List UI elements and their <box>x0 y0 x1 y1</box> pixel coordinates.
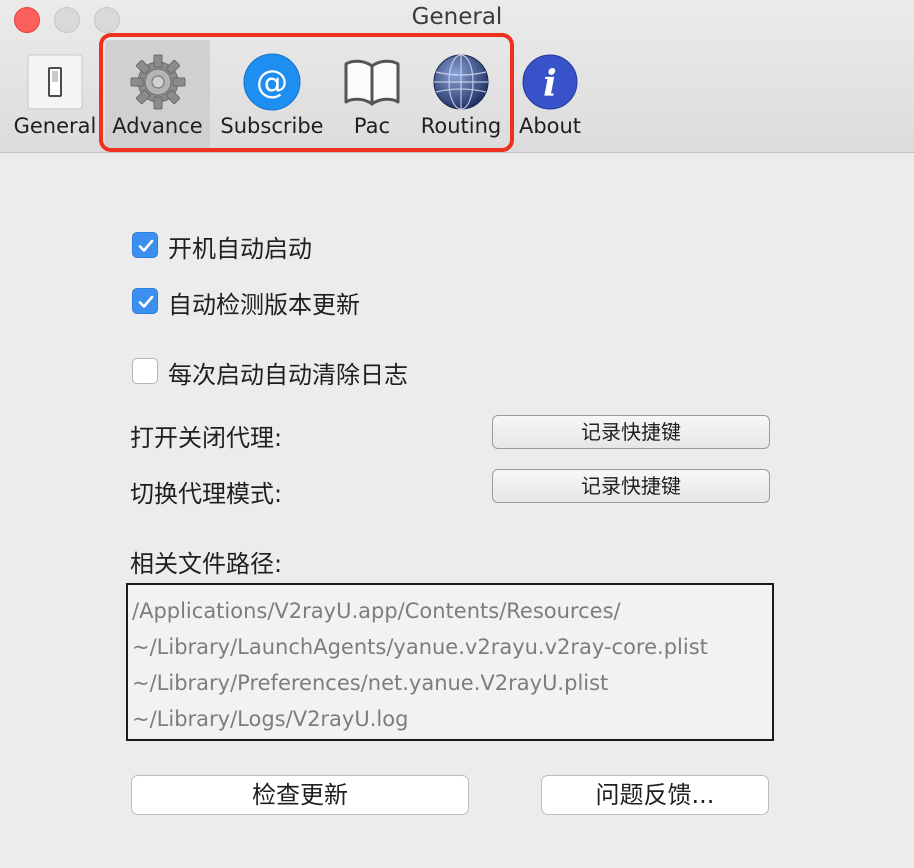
toolbar-label: About <box>518 114 582 138</box>
toolbar-item-subscribe[interactable]: @ Subscribe <box>216 40 328 150</box>
file-path-line: ~/Library/Logs/V2rayU.log <box>132 707 409 731</box>
svg-text:@: @ <box>256 63 288 101</box>
auto-check-version-label: 自动检测版本更新 <box>168 291 360 319</box>
gear-icon <box>128 52 188 112</box>
book-icon <box>342 52 402 112</box>
feedback-button[interactable]: 问题反馈... <box>541 775 769 815</box>
file-paths-textarea[interactable]: /Applications/V2rayU.app/Contents/Resour… <box>126 583 774 741</box>
clear-log-label: 每次启动自动清除日志 <box>168 361 408 389</box>
record-switch-shortcut-button[interactable]: 记录快捷键 <box>492 469 770 503</box>
record-toggle-shortcut-button[interactable]: 记录快捷键 <box>492 415 770 449</box>
launch-at-login-checkbox[interactable] <box>132 232 158 258</box>
file-path-line: ~/Library/Preferences/net.yanue.V2rayU.p… <box>132 671 609 695</box>
globe-icon <box>431 52 491 112</box>
svg-text:i: i <box>543 63 557 105</box>
toolbar-label: Advance <box>112 114 203 138</box>
check-update-button[interactable]: 检查更新 <box>131 775 469 815</box>
file-path-line: ~/Library/LaunchAgents/yanue.v2rayu.v2ra… <box>132 635 708 659</box>
window-toolbar: General General Advance @ Subscribe Pac … <box>0 0 914 153</box>
file-path-line: /Applications/V2rayU.app/Contents/Resour… <box>132 599 621 623</box>
toolbar-label: General <box>13 114 97 138</box>
toolbar-item-about[interactable]: i About <box>512 40 588 150</box>
checkmark-icon <box>138 295 154 308</box>
toolbar-item-pac[interactable]: Pac <box>332 40 412 150</box>
info-icon: i <box>520 52 580 112</box>
checkmark-icon <box>138 239 154 252</box>
file-paths-label: 相关文件路径: <box>130 550 283 578</box>
toolbar-label: Pac <box>353 114 391 138</box>
clear-log-checkbox[interactable] <box>132 358 158 384</box>
launch-at-login-label: 开机自动启动 <box>168 235 312 263</box>
toolbar-label: Routing <box>420 114 502 138</box>
toolbar-item-general[interactable]: General <box>12 40 98 150</box>
toggle-proxy-label: 打开关闭代理: <box>130 424 283 452</box>
window-title: General <box>411 4 503 30</box>
switch-mode-label: 切换代理模式: <box>130 480 283 508</box>
auto-check-version-checkbox[interactable] <box>132 288 158 314</box>
toolbar-label: Subscribe <box>220 114 324 138</box>
at-sign-icon: @ <box>242 52 302 112</box>
switch-icon <box>25 52 85 112</box>
toolbar-item-routing[interactable]: Routing <box>414 40 508 150</box>
toolbar-item-advance[interactable]: Advance <box>105 40 210 150</box>
